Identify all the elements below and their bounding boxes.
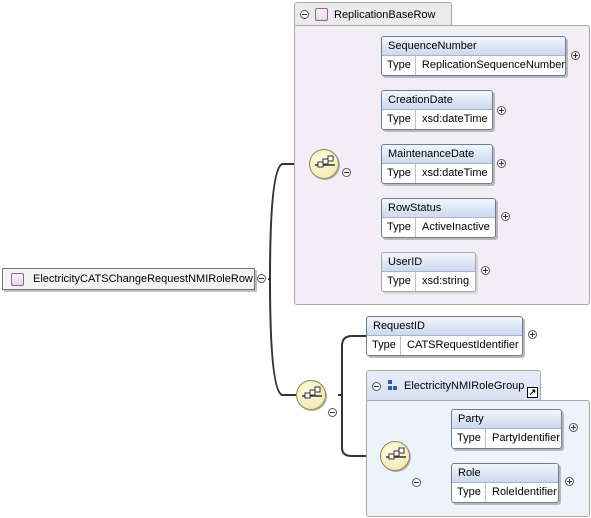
type-key: Type [382, 272, 416, 291]
type-key: Type [452, 483, 486, 502]
root-element-label: ElectricityCATSChangeRequestNMIRoleRow [33, 273, 253, 285]
type-value: xsd:dateTime [422, 113, 488, 125]
link-arrow-icon[interactable]: ↗ [527, 387, 538, 398]
type-value: xsd:string [422, 275, 470, 287]
element-creation-date[interactable]: CreationDate Type xsd:dateTime [381, 90, 493, 130]
collapse-icon[interactable] [328, 408, 337, 417]
type-value: PartyIdentifier [492, 432, 560, 444]
type-value: ActiveInactive [422, 221, 490, 233]
replication-group-tab[interactable]: ReplicationBaseRow [294, 2, 452, 26]
replication-group-label: ReplicationBaseRow [334, 8, 436, 21]
expand-icon[interactable] [528, 330, 537, 339]
element-request-id[interactable]: RequestID Type CATSRequestIdentifier [366, 316, 523, 356]
element-maintenance-date[interactable]: MaintenanceDate Type xsd:dateTime [381, 144, 493, 184]
expand-icon[interactable] [497, 106, 506, 115]
element-sequence-number[interactable]: SequenceNumber Type ReplicationSequenceNu… [381, 36, 566, 76]
expand-icon[interactable] [497, 159, 506, 168]
element-name: CreationDate [382, 91, 492, 110]
element-name: SequenceNumber [382, 37, 565, 56]
type-value: CATSRequestIdentifier [407, 339, 519, 351]
type-key: Type [382, 218, 416, 237]
expand-icon[interactable] [481, 266, 490, 275]
group-icon [387, 380, 398, 392]
collapse-icon[interactable] [372, 381, 381, 391]
type-key: Type [382, 164, 416, 183]
type-value: ReplicationSequenceNumber [421, 59, 565, 71]
type-value: RoleIdentifier [492, 486, 557, 498]
collapse-icon[interactable] [257, 274, 266, 283]
element-name: RequestID [367, 317, 522, 336]
sequence-compositor-icon[interactable] [380, 441, 410, 471]
role-group-tab[interactable]: ElectricityNMIRoleGroup [366, 370, 541, 401]
expand-icon[interactable] [565, 477, 574, 486]
element-name: UserID [382, 253, 475, 272]
element-icon [11, 272, 24, 286]
type-key: Type [382, 56, 416, 75]
collapse-icon[interactable] [412, 478, 421, 487]
type-value: xsd:dateTime [422, 167, 488, 179]
type-key: Type [367, 336, 401, 355]
element-party[interactable]: Party Type PartyIdentifier [451, 409, 562, 449]
element-name: MaintenanceDate [382, 145, 492, 164]
element-name: Party [452, 410, 561, 429]
element-name: RowStatus [382, 199, 495, 218]
element-name: Role [452, 464, 558, 483]
type-key: Type [382, 110, 416, 129]
expand-icon[interactable] [501, 212, 510, 221]
sequence-compositor-icon[interactable] [309, 149, 339, 179]
element-icon [315, 8, 328, 21]
role-group-label: ElectricityNMIRoleGroup [404, 380, 525, 392]
expand-icon[interactable] [569, 423, 578, 432]
element-row-status[interactable]: RowStatus Type ActiveInactive [381, 198, 496, 238]
type-key: Type [452, 429, 486, 448]
element-user-id[interactable]: UserID Type xsd:string [381, 252, 476, 292]
element-role[interactable]: Role Type RoleIdentifier [451, 463, 559, 503]
sequence-compositor-icon[interactable] [296, 380, 326, 410]
collapse-icon[interactable] [300, 10, 309, 19]
expand-icon[interactable] [571, 51, 580, 60]
collapse-icon[interactable] [342, 168, 351, 177]
root-element[interactable]: ElectricityCATSChangeRequestNMIRoleRow [2, 268, 255, 290]
